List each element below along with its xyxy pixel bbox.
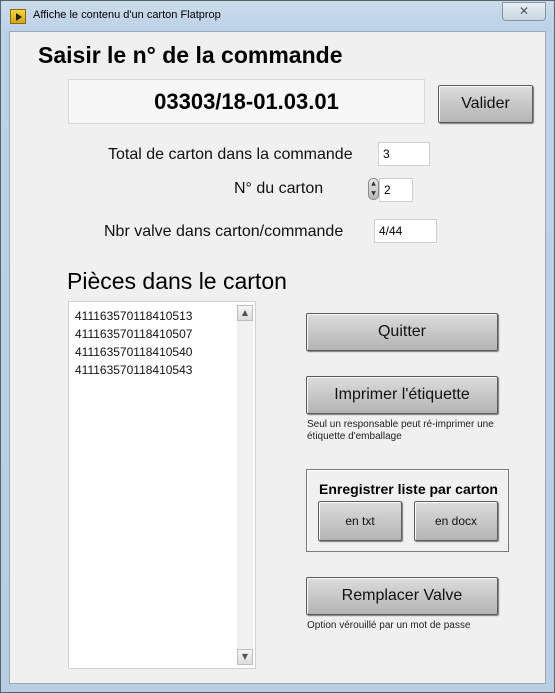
list-scrollbar[interactable]: ▲ ▼ — [237, 305, 253, 665]
scroll-up-icon[interactable]: ▲ — [237, 305, 253, 321]
pieces-list: 411163570118410513 411163570118410507 41… — [75, 307, 192, 379]
order-heading: Saisir le n° de la commande — [38, 42, 343, 68]
replace-note: Option vérouillé par un mot de passe — [307, 620, 471, 631]
carton-number-label: N° du carton — [234, 180, 324, 197]
carton-number-stepper[interactable]: ▲ ▼ — [368, 178, 379, 200]
stepper-up-icon[interactable]: ▲ — [369, 179, 378, 189]
order-number-display[interactable]: 03303/18-01.03.01 — [68, 79, 425, 124]
validate-button[interactable]: Valider — [438, 85, 533, 123]
title-bar[interactable]: Affiche le contenu d'un carton Flatprop … — [1, 1, 554, 31]
replace-valve-button[interactable]: Remplacer Valve — [306, 577, 498, 615]
pieces-heading: Pièces dans le carton — [67, 268, 287, 294]
stepper-down-icon[interactable]: ▼ — [369, 189, 378, 199]
print-label-button[interactable]: Imprimer l'étiquette — [306, 376, 498, 414]
total-cartons-field[interactable]: 3 — [378, 142, 430, 166]
save-docx-button[interactable]: en docx — [414, 501, 498, 541]
pieces-listbox[interactable]: 411163570118410513 411163570118410507 41… — [68, 301, 256, 669]
save-txt-button[interactable]: en txt — [318, 501, 402, 541]
close-button[interactable]: ✕ — [502, 2, 546, 21]
window-title: Affiche le contenu d'un carton Flatprop — [33, 9, 221, 21]
app-window: Affiche le contenu d'un carton Flatprop … — [0, 0, 555, 693]
labview-run-icon — [10, 9, 26, 24]
quit-button[interactable]: Quitter — [306, 313, 498, 351]
list-item[interactable]: 411163570118410507 — [75, 325, 192, 343]
list-item[interactable]: 411163570118410543 — [75, 361, 192, 379]
print-note: Seul un responsable peut ré-imprimer une… — [307, 419, 494, 442]
save-list-group: Enregistrer liste par carton en txt en d… — [306, 469, 509, 552]
save-group-title: Enregistrer liste par carton — [319, 481, 498, 497]
list-item[interactable]: 411163570118410513 — [75, 307, 192, 325]
valves-count-label: Nbr valve dans carton/commande — [104, 223, 344, 240]
total-cartons-label: Total de carton dans la commande — [108, 146, 353, 163]
carton-number-field[interactable]: 2 — [379, 178, 413, 202]
front-panel: Saisir le n° de la commande 03303/18-01.… — [9, 31, 546, 684]
valves-count-field[interactable]: 4/44 — [374, 219, 437, 243]
scroll-down-icon[interactable]: ▼ — [237, 649, 253, 665]
list-item[interactable]: 411163570118410540 — [75, 343, 192, 361]
